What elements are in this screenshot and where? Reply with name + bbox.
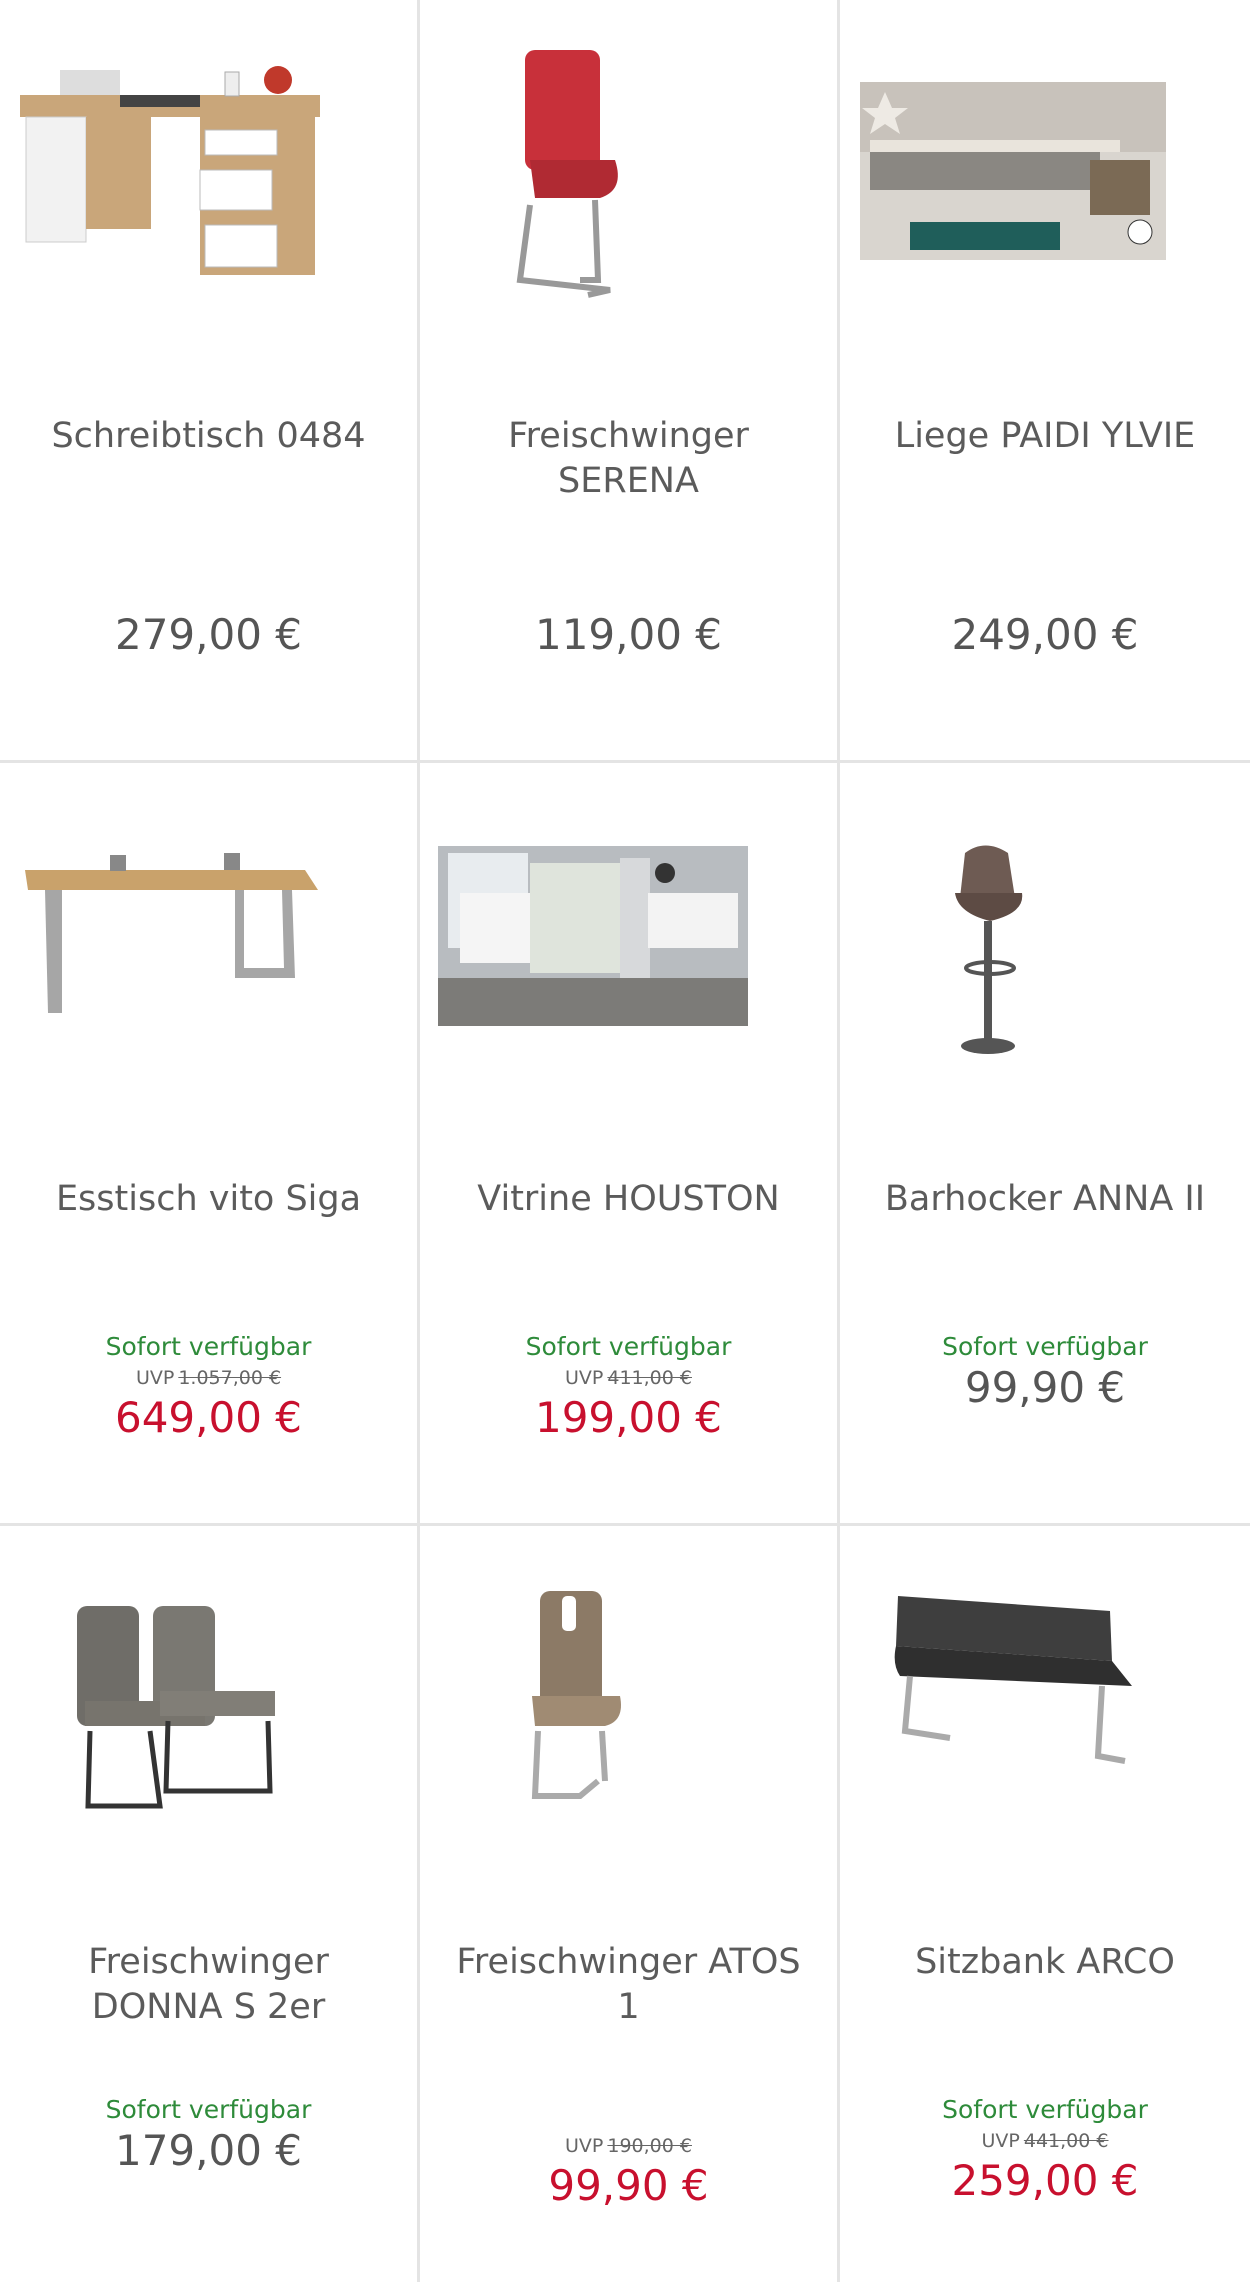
availability-label: Sofort verfügbar <box>105 1332 312 1361</box>
product-price: 249,00 € <box>951 610 1139 659</box>
product-title[interactable]: Vitrine HOUSTON <box>440 1177 817 1222</box>
availability-label: Sofort verfügbar <box>942 2095 1148 2124</box>
product-card[interactable]: Freischwinger DONNA S 2er Sofort verfügb… <box>0 1526 417 2282</box>
product-price: 179,00 € <box>114 2126 303 2175</box>
product-card[interactable]: Freischwinger ATOS 1 UVP 190,00 € 99,90 € <box>420 1526 837 2282</box>
product-card[interactable]: Barhocker ANNA II Sofort verfügbar 99,90… <box>840 763 1250 1523</box>
sale-price: 259,00 € <box>951 2156 1139 2205</box>
sale-price: 199,00 € <box>534 1393 723 1442</box>
product-price: 119,00 € <box>534 610 723 659</box>
product-card[interactable]: Schreibtisch 0484 279,00 € <box>0 0 417 760</box>
product-title[interactable]: Esstisch vito Siga <box>20 1177 397 1222</box>
availability-label: Sofort verfügbar <box>105 2095 312 2124</box>
product-card[interactable]: Esstisch vito Siga Sofort verfügbar UVP 1… <box>0 763 417 1523</box>
availability-label: Sofort verfügbar <box>525 1332 732 1361</box>
red-chair-image[interactable] <box>420 0 837 340</box>
product-title[interactable]: Freischwinger SERENA <box>440 414 817 504</box>
bar-stool-image[interactable] <box>840 763 1250 1103</box>
uvp-price: UVP 441,00 € <box>981 2130 1109 2152</box>
product-title[interactable]: Barhocker ANNA II <box>860 1177 1230 1222</box>
uvp-price: UVP 1.057,00 € <box>135 1367 282 1389</box>
sale-price: 99,90 € <box>548 2161 709 2210</box>
dining-table-image[interactable] <box>0 763 417 1103</box>
product-title[interactable]: Freischwinger ATOS 1 <box>440 1940 817 2030</box>
product-title[interactable]: Liege PAIDI YLVIE <box>860 414 1230 459</box>
sale-price: 649,00 € <box>114 1393 303 1442</box>
product-price: 99,90 € <box>964 1363 1126 1412</box>
uvp-price: UVP 411,00 € <box>565 1367 692 1389</box>
product-card[interactable]: Sitzbank ARCO Sofort verfügbar UVP 441,00… <box>840 1526 1250 2282</box>
product-card[interactable]: Vitrine HOUSTON Sofort verfügbar UVP 411,… <box>420 763 837 1523</box>
kids-bed-image[interactable] <box>840 0 1250 340</box>
product-grid: Schreibtisch 0484 279,00 € Freischwinger… <box>0 0 1250 2282</box>
grey-chairs-image[interactable] <box>0 1526 417 1866</box>
uvp-price: UVP 190,00 € <box>565 2135 692 2157</box>
bench-image[interactable] <box>840 1526 1250 1866</box>
desk-image[interactable] <box>0 0 417 340</box>
beige-chair-image[interactable] <box>420 1526 837 1866</box>
product-title[interactable]: Freischwinger DONNA S 2er <box>20 1940 397 2030</box>
living-room-image[interactable] <box>420 763 837 1103</box>
product-title[interactable]: Sitzbank ARCO <box>860 1940 1230 1985</box>
product-card[interactable]: Liege PAIDI YLVIE 249,00 € <box>840 0 1250 760</box>
product-price: 279,00 € <box>114 610 303 659</box>
product-card[interactable]: Freischwinger SERENA 119,00 € <box>420 0 837 760</box>
availability-label: Sofort verfügbar <box>942 1332 1148 1361</box>
product-title[interactable]: Schreibtisch 0484 <box>20 414 397 459</box>
